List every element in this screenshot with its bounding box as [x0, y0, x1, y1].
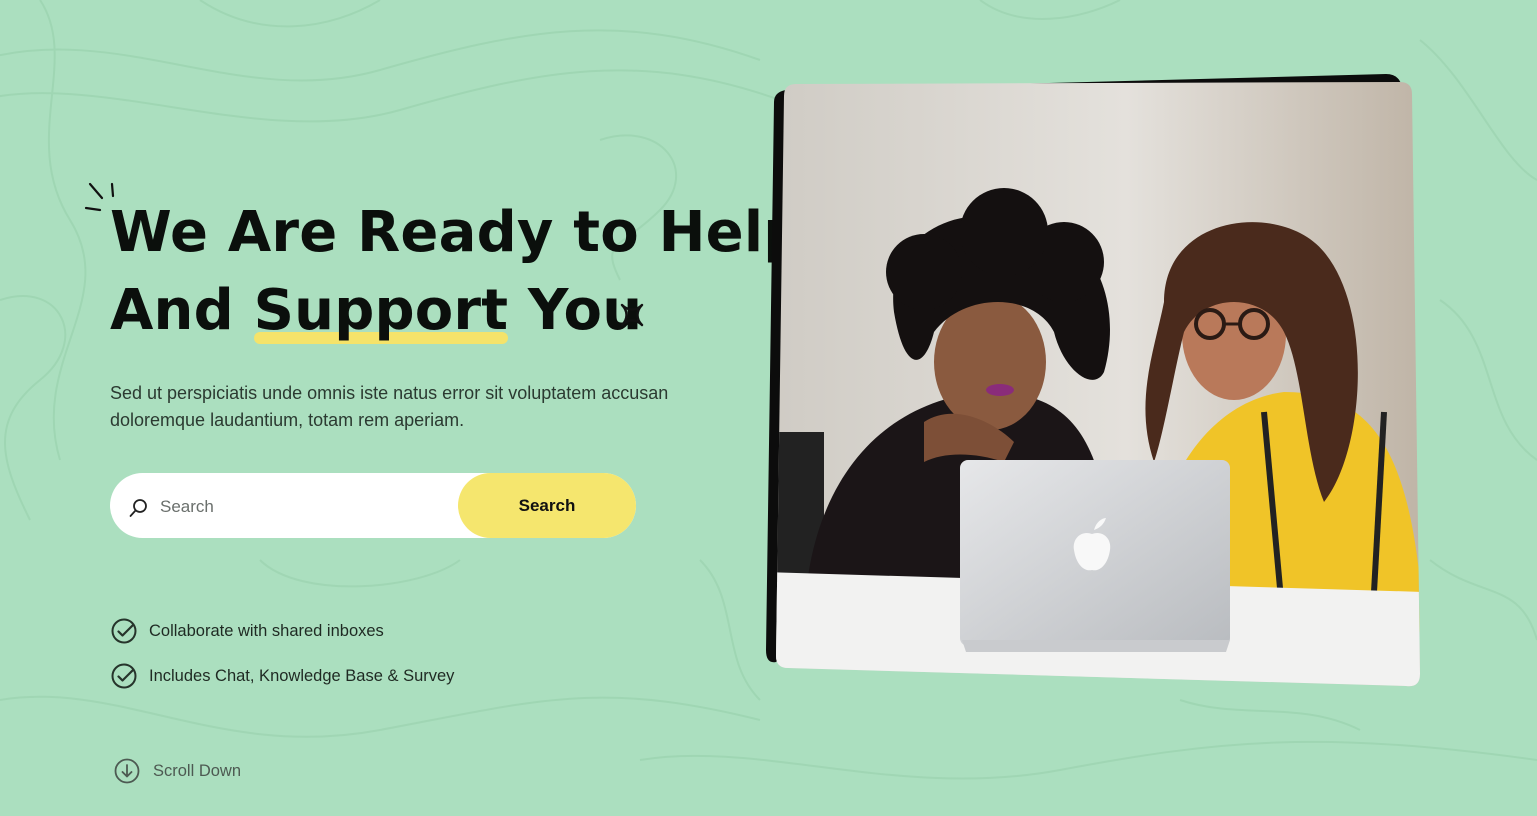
scroll-down-label: Scroll Down — [153, 761, 242, 780]
search-form: Search — [110, 473, 636, 538]
headline-highlight: Support — [253, 272, 509, 350]
headline-prefix: And — [110, 278, 254, 343]
feature-label: Collaborate with shared inboxes — [149, 621, 384, 640]
search-button[interactable]: Search — [458, 473, 636, 538]
check-circle-icon — [111, 618, 137, 644]
hero-photo-frame — [764, 72, 1424, 692]
hero-left-column: We Are Ready to Help And Support You Sed… — [110, 0, 803, 816]
list-item: Includes Chat, Knowledge Base & Survey — [110, 661, 454, 691]
check-circle-icon — [111, 663, 137, 689]
headline-line-2: And Support You — [110, 272, 804, 350]
list-item: Collaborate with shared inboxes — [110, 616, 454, 646]
search-input[interactable] — [158, 487, 452, 527]
feature-label: Includes Chat, Knowledge Base & Survey — [149, 666, 455, 685]
headline-line-1: We Are Ready to Help — [110, 200, 804, 265]
hero-headline: We Are Ready to Help And Support You — [110, 194, 804, 350]
arrow-down-circle-icon — [114, 758, 140, 784]
hero-subtitle: Sed ut perspiciatis unde omnis iste natu… — [110, 383, 669, 430]
search-icon — [129, 499, 147, 517]
star-doodle-icon — [620, 303, 644, 327]
hero-photo — [766, 74, 1420, 687]
scroll-down-link[interactable]: Scroll Down — [113, 756, 241, 786]
feature-list: Collaborate with shared inboxes Includes… — [110, 616, 454, 706]
